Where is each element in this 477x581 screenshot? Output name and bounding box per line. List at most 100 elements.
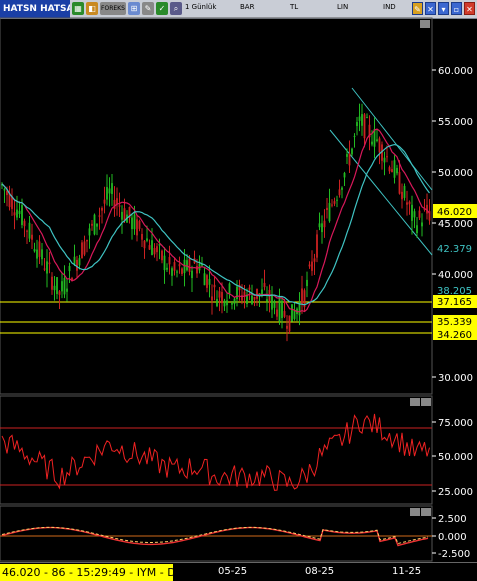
candle-body	[418, 210, 421, 218]
candle-body	[223, 300, 226, 307]
panel-close-icon[interactable]	[421, 398, 431, 406]
candle-body	[96, 223, 98, 227]
price-tick: 40.000	[438, 270, 473, 281]
candle-body	[393, 160, 396, 178]
candle-body	[276, 309, 278, 317]
candle-body	[123, 208, 126, 221]
candle-body	[38, 241, 41, 257]
oscillator-signal-line	[1, 526, 429, 545]
candle-body	[286, 325, 288, 329]
moving-average-slow	[1, 143, 430, 306]
candle-body	[306, 279, 308, 287]
candle-body	[301, 288, 303, 305]
candle-body	[256, 288, 258, 299]
candlesticks	[1, 103, 431, 342]
moving-average-fast	[1, 128, 430, 313]
candle-body	[101, 208, 103, 211]
candle-body	[383, 157, 386, 163]
price-panel-frame	[0, 17, 433, 395]
rsi-tick: 25.000	[438, 487, 473, 498]
candle-body	[188, 258, 191, 272]
candle-body	[56, 277, 58, 294]
candle-body	[386, 156, 388, 158]
candle-body	[273, 300, 276, 308]
candle-body	[136, 219, 138, 236]
candle-body	[346, 154, 348, 157]
candle-body	[398, 171, 401, 194]
panel-menu-icon[interactable]	[410, 508, 420, 516]
candle-body	[21, 204, 23, 225]
candle-body	[226, 300, 228, 306]
candle-body	[118, 205, 121, 207]
candle-body	[68, 265, 71, 272]
candle-body	[36, 249, 38, 259]
candle-body	[378, 138, 381, 153]
osc-tick: -2.500	[438, 549, 470, 560]
candle-body	[283, 311, 286, 317]
candle-body	[196, 265, 198, 274]
candle-body	[191, 270, 193, 279]
candle-body	[403, 185, 406, 198]
osc-tick: 0.000	[438, 532, 467, 543]
candle-body	[358, 116, 361, 121]
panel-close-icon[interactable]	[421, 508, 431, 516]
candle-body	[78, 258, 81, 266]
candle-body	[181, 268, 183, 274]
candle-body	[26, 230, 28, 232]
candle-body	[103, 199, 106, 204]
candle-body	[13, 212, 16, 216]
osc-axis: 2.500 0.000 -2.500	[0, 514, 470, 560]
candle-body	[151, 240, 153, 255]
panel-menu-icon[interactable]	[420, 20, 430, 28]
candle-body	[228, 283, 231, 294]
candle-body	[266, 299, 268, 302]
candle-body	[271, 294, 273, 310]
candle-body	[231, 303, 233, 305]
candle-body	[61, 281, 63, 292]
candle-body	[28, 222, 31, 239]
candle-body	[176, 271, 178, 273]
rsi-line	[1, 413, 430, 491]
candle-body	[18, 210, 21, 215]
candle-body	[251, 295, 253, 305]
candle-body	[221, 292, 223, 304]
candle-body	[148, 245, 151, 250]
candle-body	[416, 225, 418, 234]
candle-body	[91, 223, 93, 226]
candle-body	[336, 199, 338, 201]
candle-body	[113, 199, 116, 209]
osc-tick: 2.500	[438, 514, 467, 525]
candle-body	[133, 214, 136, 230]
candle-body	[323, 220, 326, 228]
candle-body	[293, 310, 296, 319]
oscillator-line	[1, 526, 429, 547]
candle-body	[48, 262, 51, 265]
candle-body	[53, 285, 56, 291]
rsi-tick: 50.000	[438, 452, 473, 463]
candle-body	[141, 233, 143, 240]
candle-body	[98, 215, 101, 217]
candle-body	[31, 234, 33, 240]
candle-body	[363, 114, 366, 139]
candle-body	[166, 267, 168, 270]
price-tick: 45.000	[438, 219, 473, 230]
chart-canvas[interactable]: 60.000 55.000 50.000 45.000 40.000 30.00…	[0, 0, 477, 581]
candle-body	[66, 288, 68, 292]
candle-body	[351, 148, 353, 155]
candle-body	[93, 214, 96, 235]
price-tick: 50.000	[438, 168, 473, 179]
date-tick: 05-25	[218, 566, 248, 577]
price-tick: 55.000	[438, 117, 473, 128]
candle-body	[331, 204, 333, 206]
candle-body	[281, 300, 283, 319]
candle-body	[23, 220, 26, 227]
candle-body	[76, 259, 78, 271]
candle-body	[308, 264, 311, 267]
candle-body	[333, 201, 336, 204]
price-tick: 60.000	[438, 66, 473, 77]
candle-body	[413, 211, 416, 218]
panel-menu-icon[interactable]	[410, 398, 420, 406]
candle-body	[328, 202, 331, 222]
candle-body	[153, 248, 156, 255]
candle-body	[218, 291, 221, 298]
